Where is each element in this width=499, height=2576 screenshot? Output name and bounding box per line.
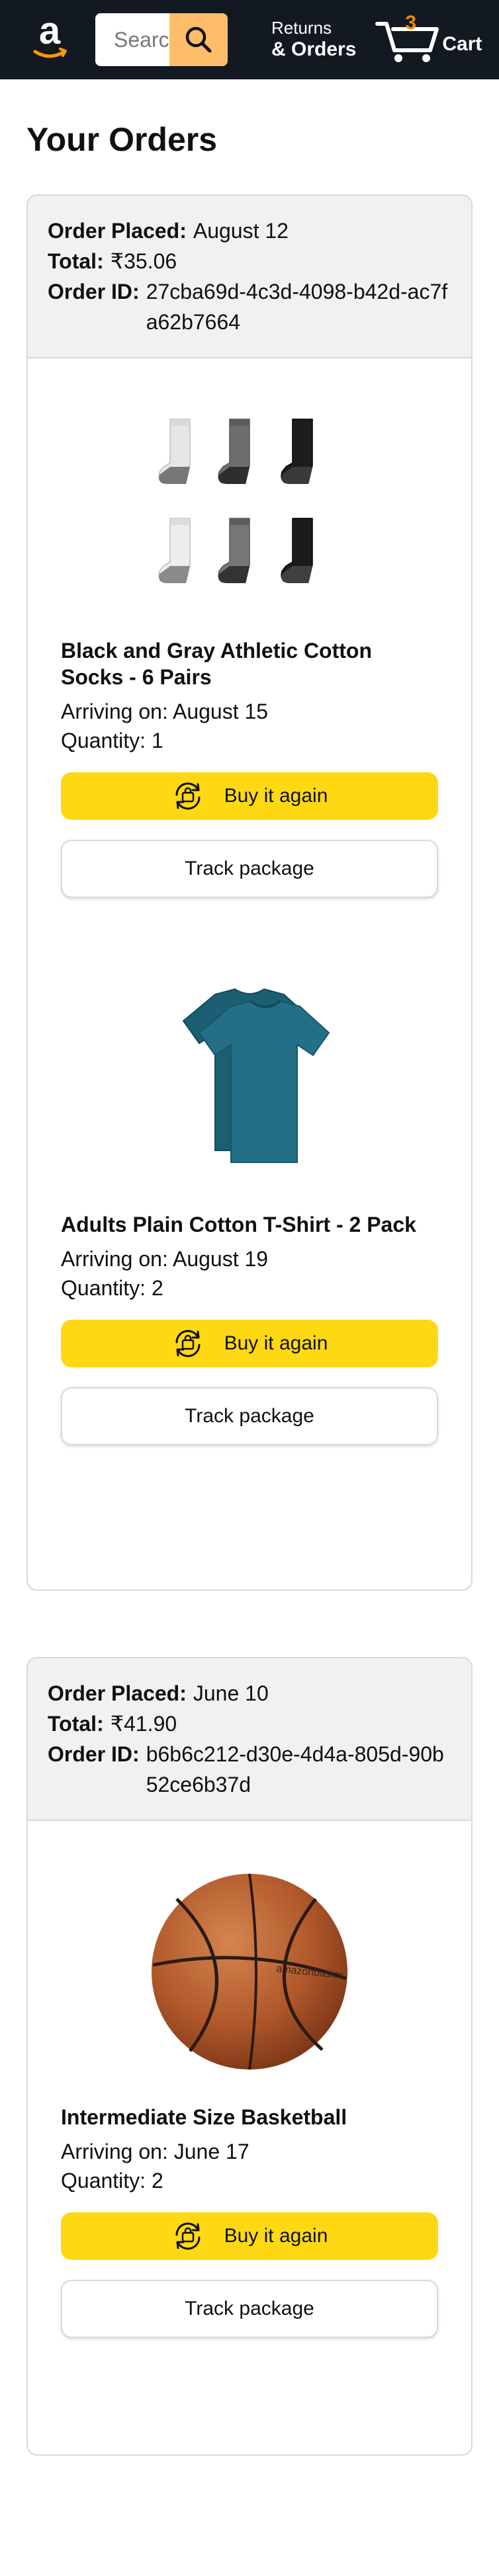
delivery-info: Arriving on: June 17 Quantity: 2 <box>61 2137 438 2195</box>
order-item: amazonbasics Intermediate Size Basketbal… <box>61 1821 438 2338</box>
quantity-value: 2 <box>151 1276 163 1300</box>
order-total-value: ₹35.06 <box>110 249 177 273</box>
quantity-value: 2 <box>151 2169 163 2193</box>
quantity-value: 1 <box>151 729 163 752</box>
search-input[interactable] <box>95 13 169 66</box>
search-button[interactable] <box>169 13 228 66</box>
arriving-label: Arriving on: <box>61 2140 168 2163</box>
buy-again-label: Buy it again <box>224 785 328 807</box>
buy-again-icon <box>175 2222 201 2250</box>
order-card: Order Placed: August 12 Total: ₹35.06 Orde… <box>26 194 473 1591</box>
buy-again-label: Buy it again <box>224 1332 328 1354</box>
order-total-label: Total: <box>48 1712 104 1736</box>
search-bar <box>95 13 228 66</box>
buy-again-button[interactable]: Buy it again <box>61 1320 438 1367</box>
arriving-date: August 19 <box>172 1247 269 1271</box>
returns-label: Returns <box>271 18 332 38</box>
order-header: Order Placed: August 12 Total: ₹35.06 Orde… <box>28 196 471 358</box>
product-title[interactable]: Black and Gray Athletic Cotton Socks - 6… <box>61 637 438 690</box>
buy-again-button[interactable]: Buy it again <box>61 2212 438 2260</box>
order-id-value: 27cba69d-4c3d-4098-b42d-ac7fa62b7664 <box>146 280 448 334</box>
order-card: Order Placed: June 10 Total: ₹41.90 Order … <box>26 1657 473 2456</box>
quantity-label: Quantity: <box>61 2169 146 2193</box>
arriving-label: Arriving on: <box>61 700 168 723</box>
order-total-label: Total: <box>48 249 104 273</box>
order-id-label: Order ID: <box>48 280 140 303</box>
order-id-label: Order ID: <box>48 1742 140 1766</box>
order-placed-label: Order Placed: <box>48 1681 187 1705</box>
product-title[interactable]: Intermediate Size Basketball <box>61 2104 438 2130</box>
buy-again-icon <box>175 1330 201 1357</box>
delivery-info: Arriving on: August 19 Quantity: 2 <box>61 1244 438 1303</box>
order-items: amazonbasics Intermediate Size Basketbal… <box>28 1821 471 2454</box>
order-id-value: b6b6c212-d30e-4d4a-805d-90b52ce6b37d <box>146 1742 444 1796</box>
orders-label: & Orders <box>271 38 357 60</box>
delivery-info: Arriving on: August 15 Quantity: 1 <box>61 697 438 755</box>
track-package-label: Track package <box>185 2298 314 2319</box>
order-item: Black and Gray Athletic Cotton Socks - 6… <box>61 358 438 898</box>
order-total-value: ₹41.90 <box>110 1712 177 1736</box>
amazon-logo[interactable]: a <box>20 10 79 69</box>
track-package-label: Track package <box>185 1405 314 1427</box>
order-item: Adults Plain Cotton T-Shirt - 2 Pack Arr… <box>61 898 438 1445</box>
order-header: Order Placed: June 10 Total: ₹41.90 Order … <box>28 1658 471 1821</box>
track-package-button[interactable]: Track package <box>61 1387 438 1445</box>
svg-text:a: a <box>39 15 61 52</box>
track-package-button[interactable]: Track package <box>61 840 438 898</box>
order-placed-date: August 12 <box>193 219 289 243</box>
quantity-label: Quantity: <box>61 729 146 752</box>
quantity-label: Quantity: <box>61 1276 146 1300</box>
cart-label: Cart <box>442 33 482 55</box>
arriving-date: August 15 <box>172 700 269 723</box>
socks-image[interactable] <box>150 406 349 604</box>
cart-link[interactable]: 3 Cart <box>375 12 482 65</box>
order-placed-date: June 10 <box>193 1681 269 1705</box>
arriving-label: Arriving on: <box>61 1247 168 1271</box>
track-package-label: Track package <box>185 858 314 879</box>
page-title: Your Orders <box>26 121 218 158</box>
top-header: a Returns & Orders 3 Cart <box>0 0 499 79</box>
buy-again-button[interactable]: Buy it again <box>61 772 438 820</box>
basketball-image[interactable]: amazonbasics <box>150 1872 349 2071</box>
buy-again-icon <box>175 782 201 810</box>
arriving-date: June 17 <box>173 2140 250 2163</box>
product-title[interactable]: Adults Plain Cotton T-Shirt - 2 Pack <box>61 1211 438 1238</box>
tshirt-image[interactable] <box>150 980 349 1178</box>
returns-orders-link[interactable]: Returns & Orders <box>271 18 356 61</box>
buy-again-label: Buy it again <box>224 2225 328 2247</box>
order-placed-label: Order Placed: <box>48 219 187 243</box>
search-icon <box>185 26 212 53</box>
track-package-button[interactable]: Track package <box>61 2280 438 2338</box>
order-items: Black and Gray Athletic Cotton Socks - 6… <box>28 358 471 1590</box>
cart-count-badge: 3 <box>405 12 417 34</box>
